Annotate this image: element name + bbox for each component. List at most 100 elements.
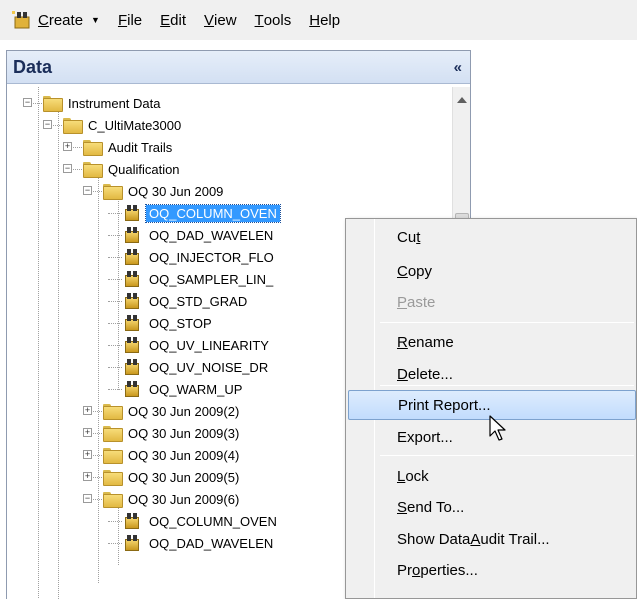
expand-icon[interactable]: + (63, 142, 72, 151)
collapse-panel-icon[interactable]: « (454, 59, 462, 76)
collapse-icon[interactable]: − (83, 186, 92, 195)
collapse-icon[interactable]: − (63, 164, 72, 173)
menu-separator (380, 455, 634, 456)
collapse-icon[interactable]: − (83, 494, 92, 503)
context-menu-copy[interactable]: Copy (348, 256, 636, 286)
file-menu[interactable]: File (118, 8, 142, 32)
chevron-down-icon[interactable]: ▼ (91, 15, 100, 25)
sequence-icon (123, 534, 141, 552)
tree-guide-line (108, 521, 122, 522)
context-menu: Cu t Copy Paste Rename Delete... Print Report.… (345, 218, 637, 599)
menu-item-text: Show Data (397, 530, 471, 548)
context-menu-rename[interactable]: Rename (348, 327, 636, 357)
tree-item-label: Instrument Data (68, 95, 161, 111)
tree-item-oq-dad-wavelen[interactable]: OQ_DAD_WAVELEN (123, 224, 276, 246)
sequence-icon (123, 380, 141, 398)
expand-icon[interactable]: + (83, 450, 92, 459)
expand-icon[interactable]: + (83, 406, 92, 415)
tree-item-label: OQ_DAD_WAVELEN (149, 227, 274, 243)
tree-guide-line (58, 107, 59, 599)
tree-item-oq-column-oven[interactable]: OQ_COLUMN_OVEN (123, 202, 281, 224)
tree-item-oq-30-jun-2009-3[interactable]: OQ 30 Jun 2009(3) (103, 422, 242, 444)
tree-item-oq-sampler-lin[interactable]: OQ_SAMPLER_LIN_ (123, 268, 276, 290)
create-menu-mnemonic: C (38, 11, 49, 29)
help-menu[interactable]: Help (309, 8, 340, 32)
collapse-icon[interactable]: − (43, 120, 52, 129)
tree-item-oq-std-grad[interactable]: OQ_STD_GRAD (123, 290, 250, 312)
tree-item-label: OQ 30 Jun 2009 (128, 183, 224, 199)
menu-item-text: o (412, 561, 421, 579)
tree-item-oq-stop[interactable]: OQ_STOP (123, 312, 215, 334)
context-menu-properties[interactable]: Pr o perties... (348, 555, 636, 585)
tree-item-c-ultimate3000[interactable]: C_UltiMate3000 (63, 114, 184, 136)
context-menu-cut[interactable]: Cu t (348, 222, 636, 252)
view-menu[interactable]: View (204, 8, 237, 32)
expand-icon[interactable]: + (83, 428, 92, 437)
menu-item-text: elete... (407, 365, 453, 383)
menu-item-text: opy (407, 262, 433, 280)
tree-item-oq-injector-flo[interactable]: OQ_INJECTOR_FLO (123, 246, 277, 268)
collapse-icon[interactable]: − (23, 98, 32, 107)
context-menu-paste: Paste (348, 287, 636, 317)
view-menu-mnemonic: V (204, 11, 215, 29)
sequence-icon (123, 336, 141, 354)
folder-icon (103, 470, 123, 486)
tree-item-oq-uv-noise-dr[interactable]: OQ_UV_NOISE_DR (123, 356, 271, 378)
tree-item-oq-column-oven[interactable]: OQ_COLUMN_OVEN (123, 510, 280, 532)
sequence-icon (123, 292, 141, 310)
tree-guide-line (108, 543, 122, 544)
tree-item-instrument-data[interactable]: Instrument Data (43, 92, 164, 114)
menu-separator (380, 322, 634, 323)
tree-item-label: OQ_UV_LINEARITY (149, 337, 269, 353)
help-menu-mnemonic: H (309, 11, 321, 29)
context-menu-send-to[interactable]: Send To... (348, 492, 636, 522)
menu-item-text: aste (407, 293, 436, 311)
tools-menu-label: ools (263, 11, 292, 29)
menu-item-text: D (397, 365, 408, 383)
edit-menu-label: dit (170, 11, 187, 29)
data-panel-header: Data « (7, 51, 470, 84)
panel-title: Data (13, 56, 53, 77)
tree-item-label: Audit Trails (108, 139, 173, 155)
expand-icon[interactable]: + (83, 472, 92, 481)
edit-menu[interactable]: Edit (160, 8, 186, 32)
menu-item-text: L (397, 467, 406, 485)
tree-item-oq-30-jun-2009-5[interactable]: OQ 30 Jun 2009(5) (103, 466, 242, 488)
tree-guide-line (108, 257, 122, 258)
context-menu-delete[interactable]: Delete... (348, 359, 636, 389)
sequence-icon (123, 512, 141, 530)
menu-item-text: perties... (420, 561, 478, 579)
menu-item-text: end To... (407, 498, 465, 516)
create-icon (12, 11, 32, 29)
folder-icon (103, 492, 123, 508)
tree-item-oq-30-jun-2009-2[interactable]: OQ 30 Jun 2009(2) (103, 400, 242, 422)
tree-item-label: OQ 30 Jun 2009(5) (128, 469, 240, 485)
tools-menu[interactable]: Tools (255, 8, 292, 32)
menu-item-text: Print Report... (398, 396, 491, 414)
tree-item-oq-uv-linearity[interactable]: OQ_UV_LINEARITY (123, 334, 272, 356)
menu-item-text: Pr (397, 561, 412, 579)
tree-guide-line (108, 301, 122, 302)
tree-guide-line (38, 87, 39, 599)
view-menu-label: iew (214, 11, 237, 29)
tree-guide-line (108, 389, 122, 390)
tree-item-oq-warm-up[interactable]: OQ_WARM_UP (123, 378, 245, 400)
tree-item-qualification[interactable]: Qualification (83, 158, 183, 180)
tree-guide-line (118, 195, 119, 390)
scroll-up-arrow-icon[interactable] (457, 97, 467, 103)
menu-item-text: C (397, 262, 408, 280)
tree-item-oq-30-jun-2009[interactable]: OQ 30 Jun 2009 (103, 180, 226, 202)
tree-guide-line (118, 505, 119, 565)
tree-guide-line (108, 323, 122, 324)
tree-item-audit-trails[interactable]: Audit Trails (83, 136, 175, 158)
sequence-icon (123, 314, 141, 332)
tree-item-oq-dad-wavelen[interactable]: OQ_DAD_WAVELEN (123, 532, 276, 554)
context-menu-lock[interactable]: Lock (348, 461, 636, 491)
tree-item-oq-30-jun-2009-4[interactable]: OQ 30 Jun 2009(4) (103, 444, 242, 466)
tree-guide-line (108, 213, 122, 214)
context-menu-show-data-audit-trail[interactable]: Show Data Audit Trail... (348, 524, 636, 554)
tree-guide-line (108, 235, 122, 236)
tools-menu-mnemonic: T (254, 11, 264, 29)
tree-item-oq-30-jun-2009-6[interactable]: OQ 30 Jun 2009(6) (103, 488, 242, 510)
create-menu[interactable]: Create ▼ (12, 8, 100, 32)
